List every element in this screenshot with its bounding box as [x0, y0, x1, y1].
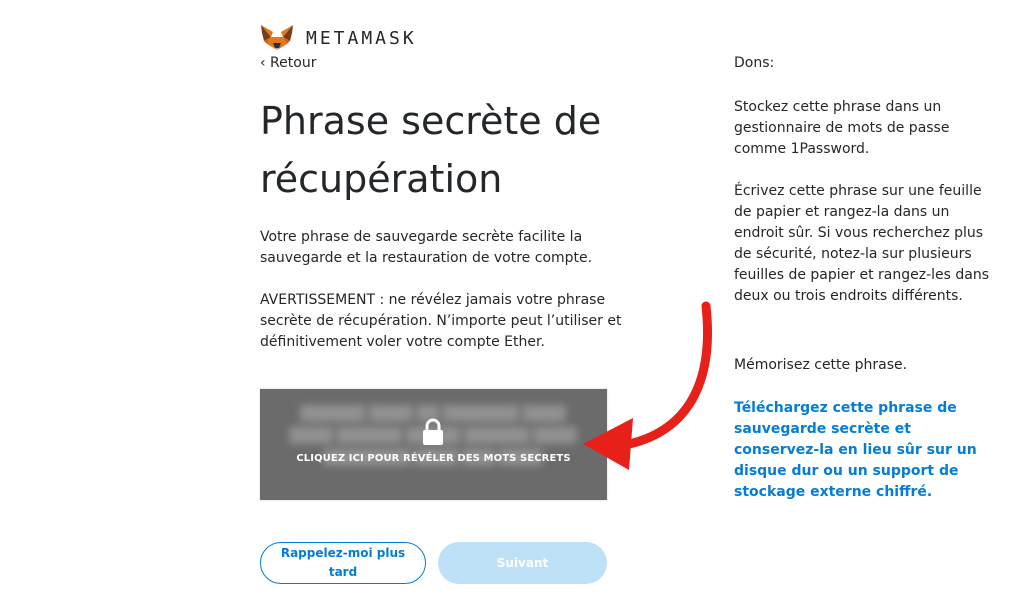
fox-icon	[261, 25, 293, 50]
page-title: Phrase secrète de récupération	[260, 99, 602, 201]
download-phrase-link[interactable]: Téléchargez cette phrase de sauvegarde s…	[734, 398, 994, 503]
annotation-arrow-icon	[583, 301, 712, 470]
reveal-label: CLIQUEZ ICI POUR RÉVÉLER DES MOTS SECRET…	[296, 453, 571, 464]
remind-later-button[interactable]: Rappelez-moi plus tard	[260, 542, 426, 584]
tip-memorize: Mémorisez cette phrase.	[734, 357, 908, 373]
reveal-secret-words-button[interactable]: ██████ ████ ██ ███████ ████ ████ ██████ …	[260, 389, 607, 500]
tips-heading: Dons:	[734, 55, 775, 71]
next-button[interactable]: Suivant	[438, 542, 607, 584]
tip-write-on-paper: Écrivez cette phrase sur une feuille de …	[734, 183, 989, 304]
brand-wordmark: METAMASK	[306, 27, 417, 49]
lock-icon	[423, 418, 443, 445]
back-link[interactable]: ‹ Retour	[260, 55, 316, 71]
tip-password-manager: Stockez cette phrase dans un gestionnair…	[734, 99, 950, 157]
metamask-logo: METAMASK	[260, 24, 417, 52]
description-text: Votre phrase de sauvegarde secrète facil…	[260, 229, 593, 266]
